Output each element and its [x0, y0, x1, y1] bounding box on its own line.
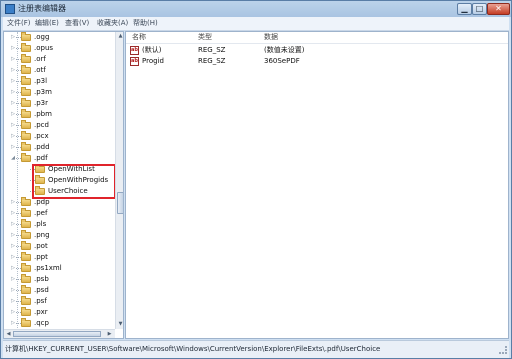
value-name: (默认) — [142, 46, 162, 54]
scroll-down-arrow-icon[interactable]: ▼ — [116, 320, 123, 329]
key-tree-pane[interactable]: ▷ .ogg ▷ .opus ▷ .orf ▷ .otf ▷ .p3l ▷ .p3m ▷ .p3r ▷ .pb… — [3, 31, 124, 339]
highlight-box — [32, 164, 116, 199]
status-path: 计算机\HKEY_CURRENT_USER\Software\Microsoft… — [5, 345, 381, 353]
scroll-right-arrow-icon[interactable]: ▶ — [105, 330, 114, 338]
value-row[interactable]: ab Progid REG_SZ 360SePDF — [126, 56, 508, 67]
folder-icon — [21, 153, 31, 162]
tree-item-label: .p3l — [34, 77, 48, 85]
minimize-button[interactable]: ▁ — [457, 3, 472, 15]
menu-favorites[interactable]: 收藏夹(A) — [97, 19, 128, 28]
tree-item-label: .p3r — [34, 99, 48, 107]
string-value-icon: ab — [130, 57, 139, 66]
folder-icon — [21, 252, 31, 261]
value-type: REG_SZ — [198, 57, 226, 65]
tree-item-label: .orf — [34, 55, 46, 63]
tree-item-label: .pdd — [34, 143, 50, 151]
value-type: REG_SZ — [198, 46, 226, 54]
menu-bar: 文件(F) 编辑(E) 查看(V) 收藏夹(A) 帮助(H) — [3, 17, 509, 31]
menu-file[interactable]: 文件(F) — [7, 19, 31, 28]
tree-item-label: .pcd — [34, 121, 49, 129]
status-bar: 计算机\HKEY_CURRENT_USER\Software\Microsoft… — [3, 340, 509, 358]
folder-icon — [21, 230, 31, 239]
tree-item-label: .png — [34, 231, 50, 239]
tree-item-label: .psb — [34, 275, 49, 283]
maximize-button[interactable]: □ — [472, 3, 487, 15]
tree-item-label: .psf — [34, 297, 47, 305]
registry-editor-icon — [5, 4, 15, 14]
folder-icon — [21, 285, 31, 294]
values-pane[interactable]: 名称 类型 数据 ab (默认) REG_SZ (数值未设置) ab Progid REG_… — [125, 31, 509, 339]
tree-item-label: .pcx — [34, 132, 49, 140]
header-divider — [126, 43, 508, 44]
close-button[interactable]: ✕ — [487, 3, 510, 15]
tree-item-label: .otf — [34, 66, 46, 74]
column-header-name[interactable]: 名称 — [132, 32, 146, 43]
tree-horizontal-scrollbar[interactable]: ◀ ▶ — [4, 329, 115, 338]
folder-icon — [21, 54, 31, 63]
menu-view[interactable]: 查看(V) — [65, 19, 89, 28]
title-bar[interactable]: 注册表编辑器 ▁ □ ✕ — [1, 1, 511, 17]
tree-item-label: .pxr — [34, 308, 48, 316]
menu-edit[interactable]: 编辑(E) — [35, 19, 59, 28]
folder-icon — [21, 142, 31, 151]
folder-icon — [21, 274, 31, 283]
folder-icon — [21, 76, 31, 85]
folder-icon — [21, 263, 31, 272]
folder-icon — [21, 32, 31, 41]
tree-item-label: .p3m — [34, 88, 52, 96]
tree-item-label: .ppt — [34, 253, 48, 261]
folder-icon — [21, 120, 31, 129]
value-data: (数值未设置) — [264, 46, 305, 54]
value-name: Progid — [142, 57, 164, 65]
tree-guide-line — [17, 32, 18, 338]
registry-editor-window: 注册表编辑器 ▁ □ ✕ 文件(F) 编辑(E) 查看(V) 收藏夹(A) 帮助… — [0, 0, 512, 359]
tree-item-label: .ogg — [34, 33, 50, 41]
tree-item-label: .pbm — [34, 110, 52, 118]
tree-scroll-thumb[interactable] — [117, 192, 123, 214]
folder-icon — [21, 87, 31, 96]
window-title: 注册表编辑器 — [18, 4, 66, 13]
column-header-data[interactable]: 数据 — [264, 32, 278, 43]
tree-item-label: .qcp — [34, 319, 49, 327]
value-row[interactable]: ab (默认) REG_SZ (数值未设置) — [126, 45, 508, 56]
tree-vertical-scrollbar[interactable]: ▲ ▼ — [115, 32, 123, 329]
tree-hscroll-thumb[interactable] — [13, 331, 101, 337]
tree-item-label: .ps1xml — [34, 264, 62, 272]
folder-icon — [21, 197, 31, 206]
string-value-icon: ab — [130, 46, 139, 55]
scroll-left-arrow-icon[interactable]: ◀ — [4, 330, 13, 338]
folder-icon — [21, 307, 31, 316]
folder-icon — [21, 65, 31, 74]
folder-icon — [21, 109, 31, 118]
column-header-type[interactable]: 类型 — [198, 32, 212, 43]
folder-icon — [21, 131, 31, 140]
value-data: 360SePDF — [264, 57, 300, 65]
menu-help[interactable]: 帮助(H) — [133, 19, 158, 28]
folder-icon — [21, 219, 31, 228]
folder-icon — [21, 98, 31, 107]
folder-icon — [21, 296, 31, 305]
folder-icon — [21, 43, 31, 52]
tree-item-label: .pot — [34, 242, 48, 250]
tree-item-label: .pef — [34, 209, 48, 217]
tree-item-label: .opus — [34, 44, 54, 52]
tree-item-label: .pdf — [34, 154, 48, 162]
tree-item-label: .psd — [34, 286, 49, 294]
scroll-up-arrow-icon[interactable]: ▲ — [116, 32, 123, 41]
tree-item-label: .pls — [34, 220, 47, 228]
resize-grip-icon[interactable] — [499, 346, 507, 354]
folder-icon — [21, 318, 31, 327]
folder-icon — [21, 208, 31, 217]
folder-icon — [21, 241, 31, 250]
